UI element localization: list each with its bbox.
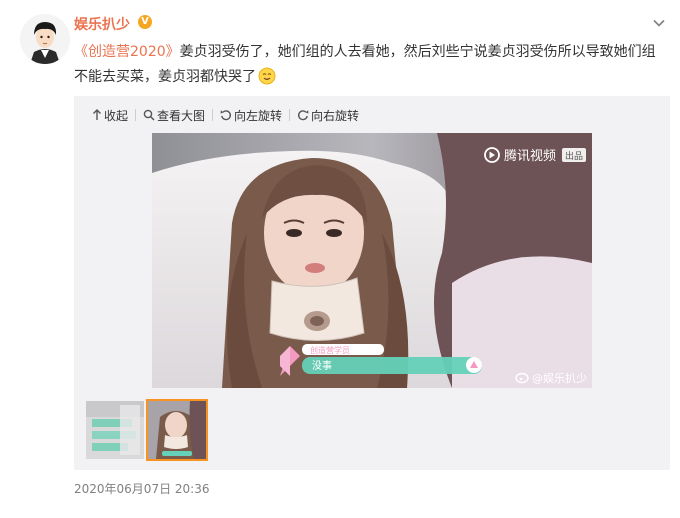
thumbnail-image (148, 401, 206, 459)
post-text: 《创造营2020》姜贞羽受伤了，她们组的人去看她，然后刘些宁说姜贞羽受伤所以导致… (74, 40, 664, 90)
video-still-image: 腾讯视频 出品 创造营学员 没事 @娱乐扒少 (152, 133, 592, 388)
rotate-right-icon (298, 110, 309, 121)
subtitle-text: 没事 (312, 359, 332, 372)
collapse-button[interactable]: 收起 (92, 107, 128, 124)
platform-logo-text: 腾讯视频 (504, 148, 556, 164)
collapse-label: 收起 (104, 108, 129, 123)
image-toolbar: 收起 查看大图 向左旋转 向右旋转 (92, 106, 359, 124)
thumbnail-2-selected[interactable] (146, 399, 208, 461)
rotate-left-label: 向左旋转 (234, 108, 283, 123)
video-frame[interactable]: 腾讯视频 出品 创造营学员 没事 @娱乐扒少 (152, 133, 592, 388)
view-large-button[interactable]: 查看大图 (143, 107, 205, 124)
rotate-right-button[interactable]: 向右旋转 (297, 107, 359, 124)
username[interactable]: 娱乐扒少 (74, 14, 130, 34)
thumbnail-1[interactable] (86, 401, 144, 459)
verified-badge-icon: V (138, 15, 152, 29)
thumbnail-image (86, 401, 144, 459)
magnifier-icon (143, 109, 155, 121)
arrow-up-icon (93, 109, 101, 120)
toolbar-divider (289, 109, 291, 121)
hashtag-link[interactable]: 《创造营2020》 (74, 44, 180, 60)
rotate-left-icon (220, 110, 232, 121)
toolbar-divider (212, 109, 214, 121)
watermark-text: @娱乐扒少 (532, 371, 587, 385)
media-box: 收起 查看大图 向左旋转 向右旋转 腾讯视频 出品 创造营学员 没事 @娱乐扒少 (74, 96, 670, 470)
platform-logo-badge: 出品 (565, 150, 583, 162)
avatar-cartoon-icon (20, 14, 70, 64)
toolbar-divider (135, 109, 137, 121)
smiling-face-emoji-icon (258, 67, 276, 85)
avatar[interactable] (20, 14, 70, 64)
rotate-right-label: 向右旋转 (311, 108, 360, 123)
view-large-label: 查看大图 (157, 108, 206, 123)
post-timestamp[interactable]: 2020年06月07日 20:36 (74, 480, 209, 497)
chevron-down-icon[interactable] (652, 16, 666, 30)
rotate-left-button[interactable]: 向左旋转 (220, 107, 282, 124)
subtitle-tag: 创造营学员 (310, 345, 350, 355)
